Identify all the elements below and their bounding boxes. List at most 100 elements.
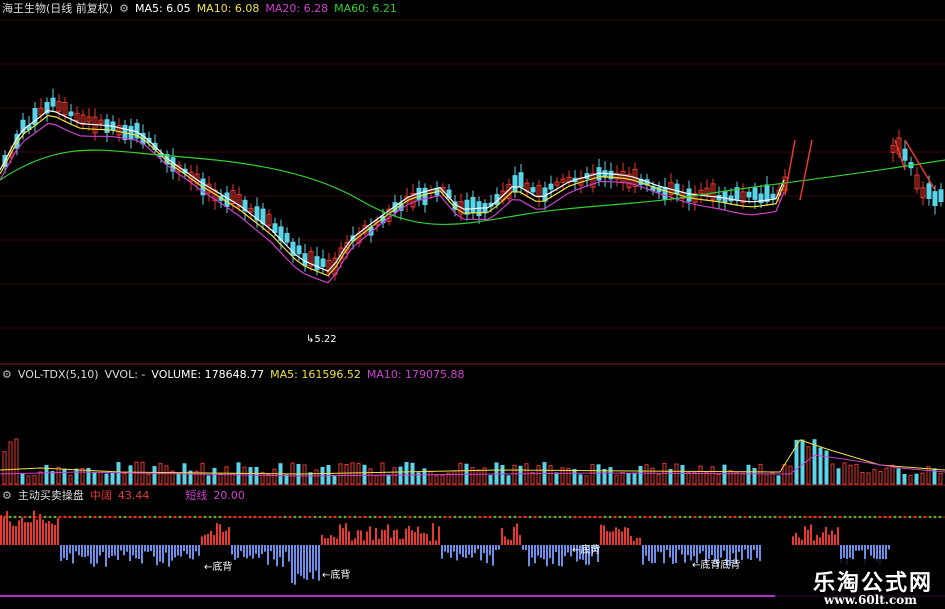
volume-bar — [818, 447, 823, 485]
signal-dot — [223, 515, 227, 519]
signal-dot — [923, 515, 927, 519]
volume-bar — [110, 472, 115, 485]
indicator-bar — [666, 545, 668, 550]
indicator-bar — [843, 545, 845, 558]
indicator-bar — [651, 545, 653, 564]
vvol-label: VVOL: - — [104, 367, 146, 381]
volume-bar — [722, 464, 727, 485]
candle-body — [674, 183, 680, 195]
volume-bar — [218, 473, 223, 485]
indicator-bar — [684, 545, 686, 563]
volume-bar — [338, 463, 343, 485]
indicator-bar — [483, 545, 485, 554]
signal-dot — [753, 515, 757, 519]
signal-dot — [768, 515, 772, 519]
gear-icon[interactable]: ⚙ — [119, 2, 129, 15]
volume-bar — [8, 441, 13, 485]
signal-dot — [273, 515, 277, 519]
volume-bar — [650, 467, 655, 485]
indicator-bar — [429, 540, 431, 545]
indicator-bar — [609, 531, 611, 545]
volume-bar — [200, 462, 205, 485]
indicator-bar — [390, 537, 392, 545]
candle-body — [68, 111, 74, 117]
indicator-bar — [369, 526, 371, 545]
volume-bar — [284, 474, 289, 485]
indicator-bar — [6, 511, 8, 545]
indicator-bar — [531, 545, 533, 558]
indicator-bar — [444, 545, 446, 552]
indicator-bar — [819, 537, 821, 545]
candle-body — [530, 187, 536, 193]
signal-dot — [518, 515, 522, 519]
ma20-label: MA20: 6.28 — [265, 1, 329, 15]
indicator-bar — [399, 539, 401, 545]
signal-dot — [678, 515, 682, 519]
low-price-value: 5.22 — [314, 334, 337, 345]
gear-icon[interactable]: ⚙ — [2, 489, 12, 502]
signal-dot — [718, 515, 722, 519]
indicator-bar — [468, 545, 470, 555]
stock-chart-canvas[interactable] — [0, 0, 945, 609]
indicator-bar — [156, 545, 158, 566]
volume-bar — [494, 462, 499, 485]
indicator-bar — [18, 520, 20, 545]
indicator-bar — [744, 545, 746, 550]
signal-dot — [603, 515, 607, 519]
volume-bar — [872, 468, 877, 485]
volume-bar — [272, 468, 277, 485]
indicator-bar — [174, 545, 176, 558]
price-spike — [784, 139, 936, 201]
indicator-bar — [660, 545, 662, 553]
signal-dot — [28, 515, 32, 519]
indicator-bar — [792, 536, 794, 545]
candle-body — [464, 199, 470, 215]
indicator-bar — [282, 545, 284, 567]
indicator-bar — [291, 545, 293, 584]
indicator-bar — [507, 539, 509, 545]
indicator-bar — [687, 545, 689, 556]
signal-dot — [688, 515, 692, 519]
signal-dot — [588, 515, 592, 519]
signal-dot — [748, 515, 752, 519]
signal-dot — [538, 515, 542, 519]
signal-dot — [743, 515, 747, 519]
volume-bar — [428, 470, 433, 485]
volume-bar — [866, 472, 871, 485]
indicator-bar — [186, 545, 188, 554]
indicator-bar — [348, 531, 350, 545]
indicator-bar — [648, 545, 650, 561]
signal-dot — [378, 515, 382, 519]
indicator-bar — [543, 545, 545, 560]
candle-body — [224, 192, 230, 208]
signal-dot — [23, 515, 27, 519]
volume-bar — [434, 475, 439, 485]
signal-dot — [653, 515, 657, 519]
indicator-bar — [849, 545, 851, 558]
indicator-bar — [243, 545, 245, 557]
signal-dot — [438, 515, 442, 519]
signal-dot — [48, 515, 52, 519]
volume-bar — [752, 467, 757, 485]
volume-bar — [620, 472, 625, 485]
indicator-bar — [147, 545, 149, 552]
indicator-bar — [639, 537, 641, 545]
indicator-bar — [189, 545, 191, 559]
indicator-bar — [12, 525, 14, 545]
indicator-bar — [258, 545, 260, 558]
candle-body — [686, 188, 692, 202]
signal-dot — [203, 515, 207, 519]
signal-dot — [188, 515, 192, 519]
signal-dot — [283, 515, 287, 519]
indicator-bar — [396, 529, 398, 545]
candle-body — [746, 191, 752, 198]
indicator-bar — [345, 523, 347, 545]
candle-body — [752, 187, 758, 200]
signal-dot — [298, 515, 302, 519]
gear-icon[interactable]: ⚙ — [2, 368, 12, 381]
indicator-bar — [90, 545, 92, 564]
indicator-bar — [510, 539, 512, 545]
indicator-bar — [153, 545, 155, 557]
volume-bar — [788, 465, 793, 485]
candle-body — [548, 183, 554, 190]
